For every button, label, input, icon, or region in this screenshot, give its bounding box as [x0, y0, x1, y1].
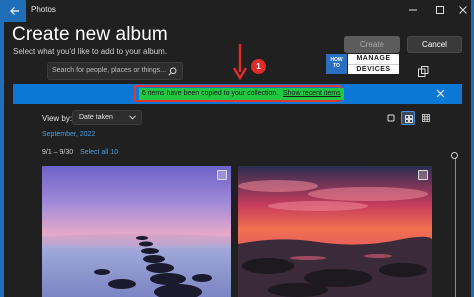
- logo-to-text: TO: [333, 63, 340, 69]
- view-small-button[interactable]: [419, 111, 433, 125]
- square-icon: [387, 114, 395, 122]
- app-name: Photos: [31, 5, 56, 14]
- import-icon[interactable]: [418, 66, 429, 77]
- timeline-scrollbar[interactable]: [455, 155, 456, 297]
- photos-window: Photos Create new album Select what you'…: [0, 0, 474, 297]
- title-bar: Photos: [4, 0, 471, 22]
- minimize-icon: [409, 9, 417, 11]
- date-range: 9/1 – 9/30: [42, 149, 74, 156]
- create-button[interactable]: Create: [344, 36, 400, 53]
- banner-message: 6 items have been copied to your collect…: [139, 88, 282, 100]
- page-subtitle: Select what you'd like to add to your al…: [13, 47, 168, 56]
- logo-text-block: MANAGE DEVICES: [348, 54, 399, 74]
- view-by-label: View by:: [42, 114, 73, 123]
- grid-9-icon: [422, 114, 430, 122]
- photo-select-checkbox[interactable]: [418, 170, 428, 180]
- back-button[interactable]: [4, 0, 26, 22]
- cancel-button[interactable]: Cancel: [407, 36, 462, 53]
- watermark-logo: HOW TO MANAGE DEVICES: [326, 54, 399, 74]
- annotation-arrow-icon: [233, 44, 247, 80]
- search-box[interactable]: Search for people, places or things...: [47, 62, 183, 80]
- logo-manage-text: MANAGE: [348, 54, 399, 64]
- timeline-scroll-handle[interactable]: [451, 152, 458, 159]
- page-title: Create new album: [12, 24, 168, 45]
- photo-thumbnail[interactable]: [42, 166, 231, 297]
- back-arrow-icon: [10, 7, 19, 15]
- photo-thumbnail[interactable]: [238, 166, 432, 297]
- view-by-value: Date taken: [79, 114, 113, 121]
- minimize-button[interactable]: [405, 2, 421, 18]
- month-heading: September, 2022: [42, 131, 96, 138]
- photo-rocks-image: [42, 234, 231, 297]
- maximize-icon: [436, 6, 444, 14]
- logo-devices-text: DEVICES: [348, 64, 399, 74]
- view-medium-button[interactable]: [401, 111, 415, 125]
- window-frame-left: [0, 0, 4, 297]
- view-large-button[interactable]: [384, 111, 398, 125]
- search-icon[interactable]: [168, 67, 177, 76]
- select-all-link[interactable]: Select all 10: [80, 149, 118, 156]
- grid-4-icon: [405, 115, 413, 123]
- search-input[interactable]: Search for people, places or things...: [52, 67, 166, 74]
- show-recent-items-link[interactable]: Show recent items: [280, 88, 344, 100]
- maximize-button[interactable]: [432, 2, 448, 18]
- step-badge: 1: [251, 59, 266, 74]
- chevron-down-icon: [129, 115, 136, 120]
- close-window-button[interactable]: [455, 2, 471, 18]
- photo-sunset-image: [238, 180, 432, 297]
- logo-how-to: HOW TO: [326, 54, 347, 74]
- banner-close-icon[interactable]: [436, 89, 445, 98]
- view-by-dropdown[interactable]: Date taken: [72, 110, 142, 125]
- close-icon: [459, 6, 467, 14]
- photo-select-checkbox[interactable]: [217, 170, 227, 180]
